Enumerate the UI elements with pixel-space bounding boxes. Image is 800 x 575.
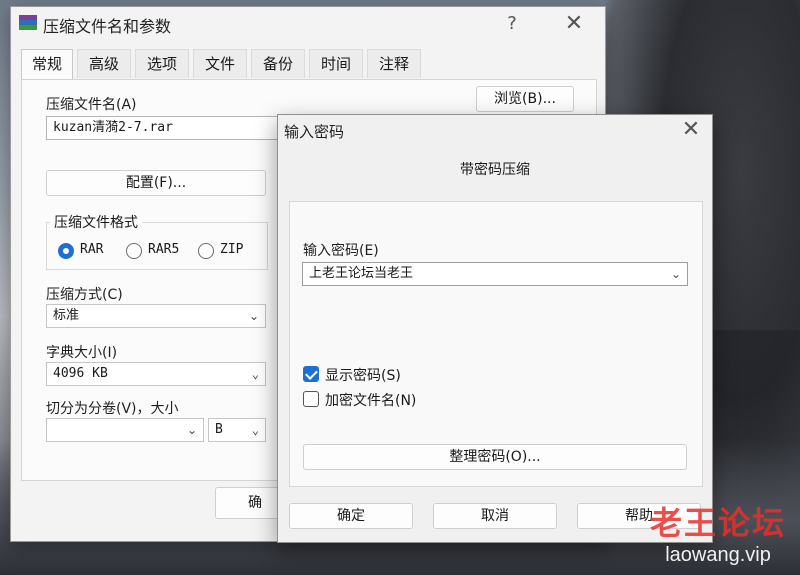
cancel-button[interactable]: 取消 (433, 503, 557, 529)
dict-label: 字典大小(I) (46, 345, 118, 361)
watermark-title: 老王论坛 (649, 504, 786, 542)
enter-password-label: 输入密码(E) (303, 243, 379, 259)
password-dialog: 输入密码 ✕ 带密码压缩 输入密码(E) 上老王论坛当老王 ⌄ 显示密码(S) … (277, 114, 713, 543)
method-value: 标准 (53, 308, 80, 323)
organize-passwords-button[interactable]: 整理密码(O)... (303, 444, 687, 470)
dict-select[interactable]: 4096 KB ⌄ (46, 362, 266, 386)
method-label: 压缩方式(C) (46, 287, 123, 303)
dialog-caption: 带密码压缩 (460, 162, 530, 178)
password-panel: 输入密码(E) 上老王论坛当老王 ⌄ 显示密码(S) 加密文件名(N) 整理密码… (289, 201, 703, 487)
radio-dot (58, 243, 74, 259)
format-label: ZIP (220, 242, 244, 257)
split-unit: B (215, 422, 223, 437)
help-button[interactable]: ? (497, 11, 527, 37)
winrar-app-icon (19, 15, 37, 31)
radio-dot (126, 243, 142, 259)
browse-button[interactable]: 浏览(B)... (476, 86, 574, 112)
tab-time[interactable]: 时间 (309, 49, 363, 78)
split-label: 切分为分卷(V)，大小 (46, 401, 179, 417)
tab-general[interactable]: 常规 (21, 49, 73, 80)
show-password-label: 显示密码(S) (325, 368, 401, 384)
password-value: 上老王论坛当老王 (309, 266, 414, 281)
tab-files[interactable]: 文件 (193, 49, 247, 78)
chevron-down-icon: ⌄ (186, 423, 197, 437)
ok-button[interactable]: 确定 (289, 503, 413, 529)
dialog-title: 输入密码 (284, 123, 345, 141)
encrypt-names-label: 加密文件名(N) (325, 393, 417, 409)
title-bar[interactable]: 输入密码 ✕ (278, 115, 712, 147)
site-watermark: 老王论坛 laowang.vip (638, 498, 798, 567)
method-select[interactable]: 标准 ⌄ (46, 304, 266, 328)
chevron-down-icon: ⌄ (251, 367, 259, 381)
title-bar[interactable]: 压缩文件名和参数 ? ✕ (11, 7, 605, 41)
tab-backup[interactable]: 备份 (251, 49, 305, 78)
checkbox-box (303, 366, 319, 382)
chevron-down-icon: ⌄ (251, 423, 259, 437)
split-unit-select[interactable]: B ⌄ (208, 418, 266, 442)
split-size-select[interactable]: ⌄ (46, 418, 204, 442)
tab-advanced[interactable]: 高级 (77, 49, 131, 78)
checkbox-box (303, 391, 319, 407)
password-input[interactable]: 上老王论坛当老王 ⌄ (302, 262, 688, 286)
tab-comment[interactable]: 注释 (367, 49, 421, 78)
dict-value: 4096 KB (53, 366, 108, 381)
chevron-down-icon: ⌄ (248, 309, 259, 323)
radio-dot (198, 243, 214, 259)
chevron-down-icon: ⌄ (670, 267, 681, 281)
dialog-title: 压缩文件名和参数 (43, 17, 172, 36)
format-label: RAR (80, 242, 104, 257)
close-icon[interactable]: ✕ (559, 11, 589, 37)
format-label: RAR5 (148, 242, 180, 257)
watermark-url: laowang.vip (665, 544, 771, 566)
format-group-title: 压缩文件格式 (50, 212, 142, 232)
profiles-button[interactable]: 配置(F)... (46, 170, 266, 196)
archive-name-field[interactable]: kuzan清漪2-7.rar (46, 116, 286, 140)
tab-options[interactable]: 选项 (135, 49, 189, 78)
close-icon[interactable]: ✕ (676, 117, 706, 143)
archive-name-label: 压缩文件名(A) (46, 97, 137, 113)
